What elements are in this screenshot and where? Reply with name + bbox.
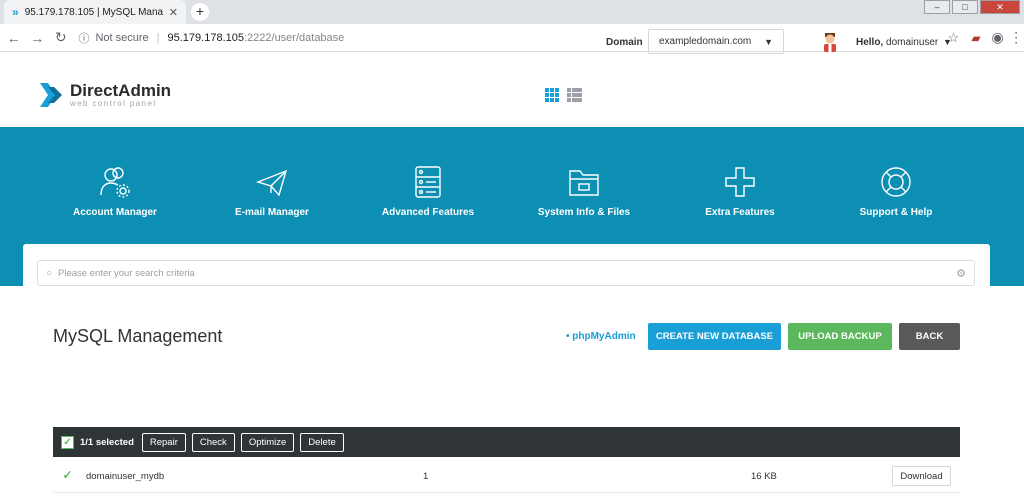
maximize-button[interactable]: □ bbox=[952, 0, 978, 14]
row-checkbox[interactable]: ✓ bbox=[61, 469, 74, 483]
domain-select-value: exampledomain.com bbox=[659, 36, 752, 47]
back-arrow-icon[interactable]: ← bbox=[2, 30, 25, 46]
nav-label: Extra Features bbox=[705, 207, 775, 218]
download-button[interactable]: Download bbox=[892, 466, 951, 486]
domain-select[interactable]: exampledomain.com ▼ bbox=[648, 29, 784, 54]
nav-system-info-files[interactable]: System Info & Files bbox=[509, 165, 659, 218]
nav-email-manager[interactable]: E-mail Manager bbox=[197, 165, 347, 218]
nav-label: System Info & Files bbox=[537, 207, 631, 218]
caret-down-icon: ▼ bbox=[764, 36, 773, 47]
database-size: 16 KB bbox=[751, 470, 777, 482]
minimize-button[interactable]: – bbox=[924, 0, 950, 14]
tab-close-icon[interactable]: ✕ bbox=[169, 6, 178, 19]
nav-advanced-features[interactable]: Advanced Features bbox=[353, 165, 503, 218]
back-button[interactable]: BACK bbox=[899, 323, 960, 350]
delete-button[interactable]: Delete bbox=[300, 432, 344, 452]
info-icon[interactable]: ⓘ bbox=[78, 30, 89, 46]
phpmyadmin-link[interactable]: • phpMyAdmin bbox=[566, 331, 636, 342]
search-icon: ○ bbox=[46, 267, 53, 279]
nav-label: E-mail Manager bbox=[235, 207, 309, 218]
search-input[interactable]: ○ Please enter your search criteria ⚙ bbox=[37, 260, 975, 286]
selection-count: 1/1 selected bbox=[80, 436, 134, 448]
upload-backup-button[interactable]: UPLOAD BACKUP bbox=[788, 323, 892, 350]
brand-name: DirectAdmin bbox=[70, 80, 172, 100]
search-placeholder: Please enter your search criteria bbox=[58, 267, 195, 279]
pdf-extension-icon[interactable]: ▰ bbox=[965, 31, 987, 45]
browser-tab-title: 95.179.178.105 | MySQL Manage bbox=[24, 6, 163, 18]
optimize-button[interactable]: Optimize bbox=[240, 432, 295, 452]
nav-label: Support & Help bbox=[859, 207, 933, 218]
check-button[interactable]: Check bbox=[191, 432, 235, 452]
repair-button[interactable]: Repair bbox=[141, 432, 186, 452]
table-toolbar: ✓ 1/1 selected Repair Check Optimize Del… bbox=[53, 427, 960, 457]
directadmin-favicon-icon: » bbox=[12, 5, 19, 19]
server-icon bbox=[415, 166, 441, 198]
paper-plane-icon bbox=[255, 169, 288, 197]
create-new-database-button[interactable]: CREATE NEW DATABASE bbox=[648, 323, 781, 350]
window-close-button[interactable]: ✕ bbox=[980, 0, 1020, 14]
url-host: 95.179.178.105 bbox=[167, 31, 244, 44]
view-toggle bbox=[545, 88, 582, 102]
directadmin-logo[interactable]: DirectAdmin web control panel bbox=[38, 79, 171, 111]
window-controls: – □ ✕ bbox=[922, 0, 1020, 14]
url-path: :2222/user/database bbox=[243, 31, 345, 44]
reload-icon[interactable]: ↻ bbox=[49, 29, 72, 46]
account-icon[interactable]: ◉ bbox=[987, 29, 1009, 46]
nav-account-manager[interactable]: Account Manager bbox=[40, 165, 190, 218]
database-name: domainuser_mydb bbox=[86, 470, 165, 482]
hello-label: Hello, bbox=[856, 37, 884, 48]
url-separator: | bbox=[156, 31, 160, 44]
plus-icon bbox=[725, 167, 755, 197]
page-title: MySQL Management bbox=[53, 326, 223, 346]
select-all-checkbox[interactable]: ✓ bbox=[61, 435, 74, 449]
directadmin-logo-icon bbox=[40, 83, 62, 107]
nav-label: Account Manager bbox=[73, 207, 157, 218]
table-row: ✓ domainuser_mydb 1 16 KB Download bbox=[53, 460, 960, 493]
browser-menu-icon[interactable]: ⋮ bbox=[1008, 29, 1024, 46]
forward-arrow-icon[interactable]: → bbox=[25, 30, 48, 46]
security-label: Not secure bbox=[95, 31, 149, 44]
grid-view-icon[interactable] bbox=[545, 88, 559, 102]
nav-extra-features[interactable]: Extra Features bbox=[665, 165, 815, 218]
search-settings-gear-icon[interactable]: ⚙ bbox=[956, 267, 966, 280]
nav-support-help[interactable]: Support & Help bbox=[821, 165, 971, 218]
user-menu-caret-icon[interactable]: ▼ bbox=[943, 37, 952, 47]
browser-tab[interactable]: » 95.179.178.105 | MySQL Manage ✕ bbox=[4, 0, 186, 24]
username: domainuser bbox=[886, 37, 939, 48]
app-header: DirectAdmin web control panel bbox=[0, 53, 1024, 127]
new-tab-button[interactable]: + bbox=[191, 3, 209, 21]
nav-label: Advanced Features bbox=[381, 207, 475, 218]
browser-tabstrip: » 95.179.178.105 | MySQL Manage ✕ + – □ … bbox=[0, 0, 1024, 24]
users-gear-icon bbox=[100, 167, 130, 198]
user-avatar[interactable] bbox=[822, 32, 838, 52]
domain-label: Domain bbox=[606, 37, 643, 48]
lifebuoy-icon bbox=[881, 167, 911, 197]
list-view-icon[interactable] bbox=[567, 88, 582, 102]
database-users-count: 1 bbox=[423, 470, 429, 482]
brand-tagline: web control panel bbox=[70, 98, 157, 108]
folder-icon bbox=[569, 170, 599, 196]
user-greeting[interactable]: Hello, domainuser bbox=[856, 37, 938, 48]
